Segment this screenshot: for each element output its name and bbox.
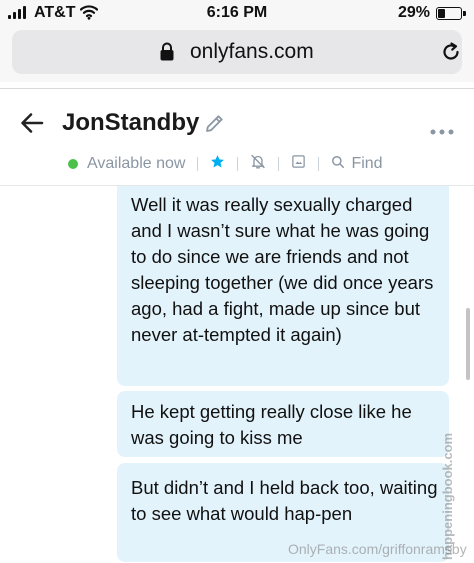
reload-icon[interactable] [440,41,462,68]
chat-title[interactable]: JonStandby [62,109,199,137]
star-icon[interactable] [210,154,225,174]
divider [0,88,474,89]
online-status-dot [68,159,78,169]
more-icon[interactable] [430,122,454,140]
edit-icon[interactable] [204,113,225,139]
search-icon [331,155,345,174]
status-bar: AT&T 6:16 PM 29% [0,0,474,28]
battery-icon [436,7,466,20]
url-text[interactable]: onlyfans.com [190,40,314,64]
chat-toolbar: Available now Find [68,152,383,176]
watermark: happeningbook.com [440,432,455,560]
image-icon[interactable] [291,154,306,174]
find-label: Find [351,155,383,172]
scrollbar[interactable] [466,308,470,380]
message-bubble[interactable]: He kept getting really close like he was… [117,391,449,457]
find-button[interactable]: Find [331,155,383,174]
browser-chrome: onlyfans.com [0,28,474,82]
message-bubble[interactable]: Well it was really sexually charged and … [117,186,449,386]
bell-off-icon[interactable] [250,153,266,175]
lock-icon [160,42,174,66]
battery-percent: 29% [398,4,431,21]
availability-status: Available now [87,155,186,172]
address-bar[interactable]: onlyfans.com [12,30,462,74]
back-arrow-icon[interactable] [20,112,44,139]
